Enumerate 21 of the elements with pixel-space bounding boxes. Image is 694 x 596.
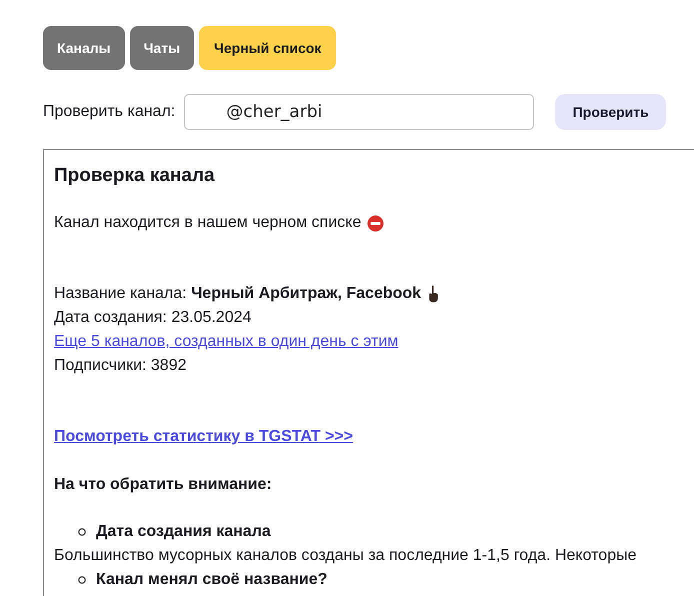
check-button[interactable]: Проверить bbox=[555, 94, 666, 130]
attention-item-title: Канал менял своё название? bbox=[96, 570, 328, 590]
channels-link[interactable]: Еще 5 каналов, созданных в один день с этим bbox=[54, 330, 398, 354]
detail-text: Название канала: Черный Арбитраж, Facebook bbox=[54, 284, 422, 304]
channel-input-field[interactable]: @cher_arbi bbox=[184, 94, 534, 130]
no-entry-icon bbox=[367, 214, 384, 232]
detail-text: Подписчики: 3892 bbox=[54, 356, 186, 376]
result-title: Проверка канала bbox=[54, 165, 216, 187]
detail-text: Дата создания: 23.05.2024 bbox=[54, 308, 252, 328]
tab[interactable]: Каналы bbox=[43, 26, 125, 70]
attention-heading: На что обратить внимание: bbox=[54, 475, 272, 495]
hand-icon bbox=[427, 285, 440, 303]
field-label: Проверить канал: bbox=[43, 103, 176, 121]
bullet-icon bbox=[78, 528, 86, 536]
bullet-icon bbox=[78, 576, 86, 584]
tab[interactable]: Черный список bbox=[199, 26, 336, 70]
status-text: Канал находится в нашем черном списке bbox=[54, 213, 362, 233]
tgstat-link[interactable]: Посмотреть статистику в TGSTAT >>> bbox=[54, 425, 353, 449]
tab[interactable]: Чаты bbox=[130, 26, 194, 70]
attention-item-title: Дата создания канала bbox=[96, 522, 271, 542]
attention-item-text: Большинство мусорных каналов созданы за последние 1-1,5 года. Некоторые bbox=[54, 546, 636, 566]
